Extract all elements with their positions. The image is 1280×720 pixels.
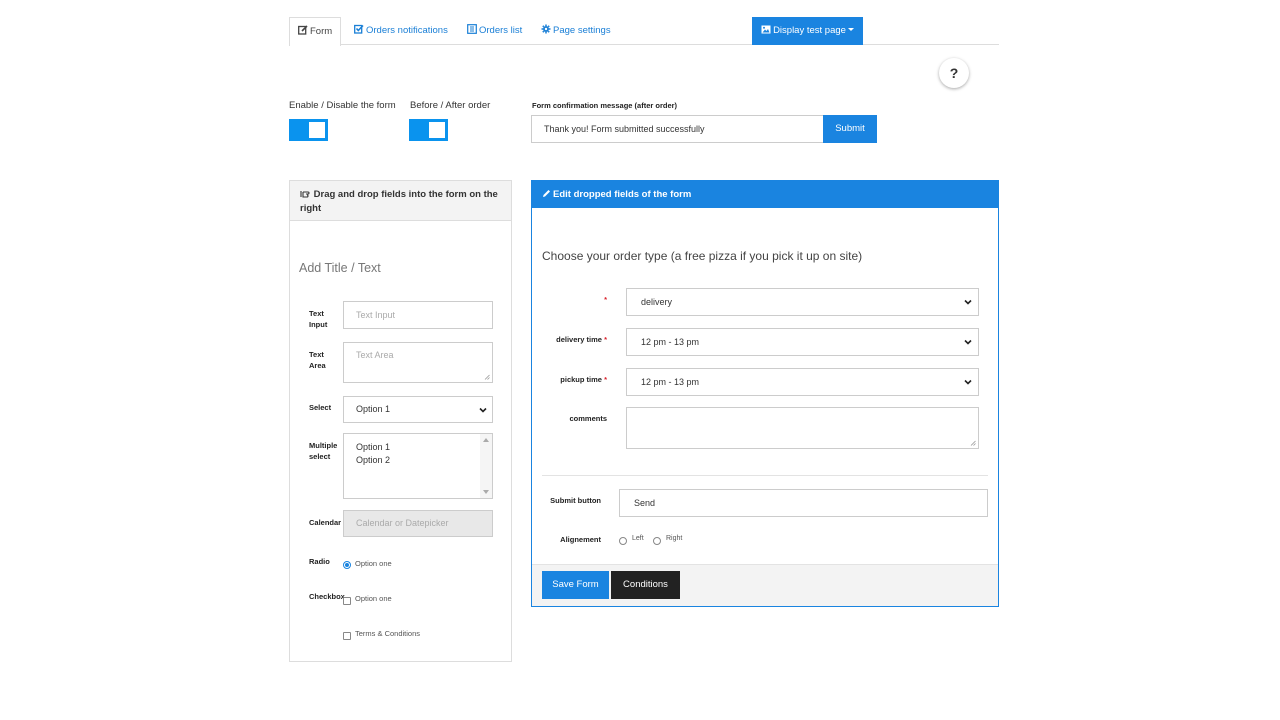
radio-option-text: Option one <box>355 559 392 568</box>
edit-icon <box>298 25 308 35</box>
multiple-select-field[interactable]: Option 1 Option 2 <box>343 433 493 499</box>
check-square-icon <box>354 24 364 34</box>
tab-orders-list-label: Orders list <box>479 25 523 36</box>
scroll-down-icon[interactable] <box>483 490 489 494</box>
tab-form-label: Form <box>310 26 333 37</box>
comments-textarea[interactable] <box>626 407 979 449</box>
multiple-select-label: Multiple select <box>309 441 338 461</box>
tab-orders-notifications[interactable]: Orders notifications <box>346 17 456 45</box>
help-button[interactable]: ? <box>939 58 969 88</box>
checkbox-label: Checkbox <box>309 592 345 601</box>
field-palette-panel: Drag and drop fields into the form on th… <box>289 180 512 662</box>
add-title-text-item[interactable]: Add Title / Text <box>299 261 381 275</box>
text-area-field[interactable]: Text Area <box>343 342 493 383</box>
top-nav: Form Orders notifications Orders list Pa… <box>289 17 999 46</box>
order-type-label: * <box>604 295 607 304</box>
enable-form-toggle[interactable] <box>289 119 328 141</box>
select-label: Select <box>309 403 332 412</box>
alignment-right-text: Right <box>666 535 683 542</box>
chevron-down-icon <box>964 339 972 345</box>
multiple-select-option[interactable]: Option 1 <box>356 441 480 454</box>
pickup-time-select[interactable]: 12 pm - 13 pm <box>626 368 979 396</box>
chevron-down-icon <box>964 299 972 305</box>
tab-form[interactable]: Form <box>289 17 342 46</box>
calendar-field[interactable]: Calendar or Datepicker <box>343 510 493 537</box>
text-input-label: Text Input <box>309 309 328 329</box>
select-field[interactable]: Option 1 <box>343 396 493 423</box>
scroll-up-icon[interactable] <box>483 438 489 442</box>
form-editor-panel: Edit dropped fields of the form Choose y… <box>531 180 999 607</box>
checkbox-terms[interactable] <box>343 632 351 640</box>
form-title-text[interactable]: Choose your order type (a free pizza if … <box>542 249 862 263</box>
resize-grip-icon <box>970 440 976 446</box>
caret-down-icon <box>847 28 854 31</box>
confirmation-submit-button[interactable]: Submit <box>823 115 877 143</box>
conditions-button[interactable]: Conditions <box>611 571 680 599</box>
display-test-page-label: Display test page <box>773 25 846 36</box>
chevron-down-icon <box>964 379 972 385</box>
text-area-label: Text Area <box>309 350 326 370</box>
image-icon <box>761 25 771 34</box>
alignment-left-text: Left <box>632 535 644 542</box>
checkbox-terms-text: Terms & Conditions <box>355 629 421 638</box>
tab-page-settings[interactable]: Page settings <box>533 17 619 45</box>
delivery-time-select[interactable]: 12 pm - 13 pm <box>626 328 979 356</box>
enable-form-label: Enable / Disable the form <box>289 100 396 111</box>
multiple-select-option[interactable]: Option 2 <box>356 454 480 467</box>
form-editor-footer: Save Form Conditions <box>532 564 998 606</box>
scrollbar[interactable] <box>480 434 492 498</box>
display-test-page-button[interactable]: Display test page <box>752 17 863 45</box>
comments-label: comments <box>569 414 607 423</box>
before-after-label: Before / After order <box>410 100 491 111</box>
submit-button-label: Submit button <box>550 496 601 505</box>
pickup-time-label: pickup time * <box>560 375 607 384</box>
field-palette-title: Drag and drop fields into the form on th… <box>300 189 498 214</box>
text-input-field[interactable]: Text Input <box>343 301 493 329</box>
before-after-toggle[interactable] <box>409 119 448 141</box>
form-editor-title: Edit dropped fields of the form <box>553 189 692 200</box>
gear-icon <box>541 24 551 34</box>
resize-grip-icon <box>484 374 490 380</box>
chevron-down-icon <box>479 407 487 413</box>
radio-option-one[interactable] <box>343 561 351 569</box>
toggle-knob <box>309 122 325 138</box>
divider <box>542 475 988 476</box>
order-type-select[interactable]: delivery <box>626 288 979 316</box>
alignment-label: Alignement <box>560 535 601 544</box>
toggle-knob <box>429 122 445 138</box>
confirmation-label: Form confirmation message (after order) <box>532 101 678 110</box>
tab-orders-notifications-label: Orders notifications <box>366 25 448 36</box>
checkbox-option-text: Option one <box>355 594 392 603</box>
form-editor-header: Edit dropped fields of the form <box>532 181 998 208</box>
calendar-label: Calendar <box>309 518 342 527</box>
confirmation-message-input[interactable] <box>531 115 824 143</box>
hand-point-icon <box>300 191 310 198</box>
tab-orders-list[interactable]: Orders list <box>459 17 530 45</box>
tab-page-settings-label: Page settings <box>553 25 611 36</box>
pencil-icon <box>543 190 550 197</box>
alignment-left-radio[interactable] <box>619 537 627 545</box>
delivery-time-label: delivery time * <box>556 335 607 344</box>
checkbox-option-one[interactable] <box>343 597 351 605</box>
save-form-button[interactable]: Save Form <box>542 571 609 599</box>
field-palette-header: Drag and drop fields into the form on th… <box>290 181 511 221</box>
radio-label: Radio <box>309 557 330 566</box>
submit-button-text-input[interactable] <box>619 489 988 517</box>
list-icon <box>467 24 477 34</box>
alignment-right-radio[interactable] <box>653 537 661 545</box>
